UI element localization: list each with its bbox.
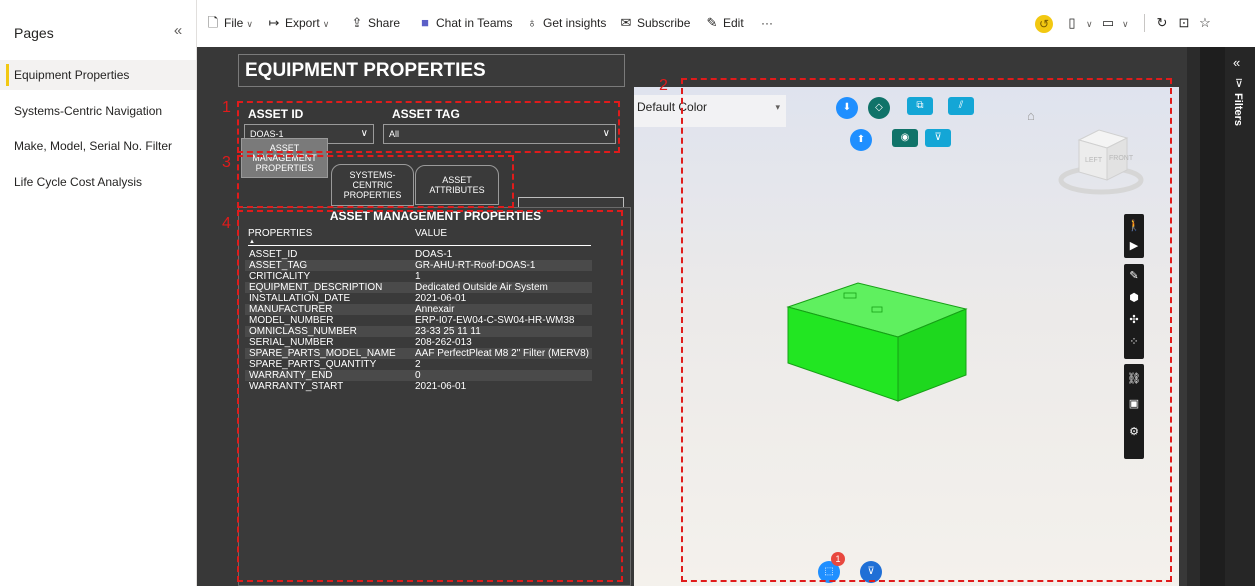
favorite-star-icon[interactable]: ☆ — [1198, 9, 1216, 37]
report-title-box: EQUIPMENT PROPERTIES — [238, 54, 625, 87]
subscribe-label: Subscribe — [637, 16, 691, 30]
canvas-scroll-strip — [1187, 47, 1200, 586]
double-chevron-left-icon[interactable]: « — [1233, 55, 1240, 70]
more-options-button[interactable]: ··· — [761, 9, 773, 37]
export-arrow-icon: ↦ — [268, 15, 280, 30]
export-menu[interactable]: ↦ Export ∨ — [267, 9, 330, 37]
chat-label: Chat in Teams — [436, 16, 513, 30]
file-menu[interactable]: 🗋 File ∨ — [206, 9, 253, 37]
bookmark-menu[interactable]: ▯ ∨ — [1065, 9, 1093, 37]
report-title: EQUIPMENT PROPERTIES — [245, 60, 486, 81]
filter-icon: ⊽ — [1235, 78, 1244, 90]
chevron-down-icon: ∨ — [322, 19, 330, 29]
page-item-make-model-serial[interactable]: Make, Model, Serial No. Filter — [0, 131, 196, 161]
teams-icon: ■ — [421, 15, 429, 30]
comment-icon[interactable]: ⊡ — [1177, 9, 1195, 37]
view-icon: ▭ — [1101, 15, 1115, 30]
chevron-down-icon: ∨ — [246, 19, 253, 29]
annotation-box-2 — [681, 78, 1172, 582]
chat-in-teams-button[interactable]: ■ Chat in Teams — [418, 9, 512, 37]
annotation-box-4 — [237, 210, 623, 582]
subscribe-button[interactable]: ✉ Subscribe — [619, 9, 691, 37]
document-icon: 🗋 — [207, 15, 219, 30]
pages-title: Pages — [14, 25, 54, 41]
chevron-down-icon: ∨ — [1122, 19, 1129, 29]
view-menu[interactable]: ▭ ∨ — [1101, 9, 1129, 37]
filters-label-wrap: Filters — [1229, 93, 1251, 153]
filters-label: Filters — [1232, 93, 1244, 127]
file-label: File — [224, 16, 244, 30]
reset-icon[interactable]: ↺ — [1035, 9, 1053, 37]
share-button[interactable]: ⇪ Share — [350, 9, 400, 37]
edit-button[interactable]: ✎ Edit — [705, 9, 744, 37]
toolbar-divider — [1144, 14, 1145, 32]
bookmark-icon: ▯ — [1068, 15, 1076, 30]
annotation-box-3 — [237, 155, 514, 208]
insights-label: Get insights — [543, 16, 607, 30]
report-toolbar: 🗋 File ∨ ↦ Export ∨ ⇪ Share ■ Chat in Teams ♁ G… — [197, 9, 1255, 37]
annotation-box-1 — [237, 101, 620, 153]
share-label: Share — [368, 16, 401, 30]
canvas-edge — [1200, 47, 1225, 586]
annotation-number-1: 1 — [222, 99, 231, 116]
pencil-icon: ✎ — [706, 15, 718, 30]
annotation-number-3: 3 — [222, 154, 231, 171]
page-item-systems-centric-navigation[interactable]: Systems-Centric Navigation — [0, 96, 196, 126]
page-item-equipment-properties[interactable]: Equipment Properties — [0, 60, 196, 90]
page-item-life-cycle-cost[interactable]: Life Cycle Cost Analysis — [0, 167, 196, 197]
share-icon: ⇪ — [351, 15, 363, 30]
get-insights-button[interactable]: ♁ Get insights — [525, 9, 606, 37]
filters-pane[interactable]: « ⊽ Filters — [1225, 47, 1255, 586]
annotation-number-2: 2 — [659, 77, 668, 94]
double-chevron-left-icon[interactable]: « — [168, 21, 188, 41]
edit-label: Edit — [723, 16, 744, 30]
export-label: Export — [285, 16, 320, 30]
annotation-number-4: 4 — [222, 215, 231, 232]
mail-icon: ✉ — [620, 15, 632, 30]
refresh-icon[interactable]: ↻ — [1155, 9, 1173, 37]
chevron-down-icon: ∨ — [1086, 19, 1093, 29]
lightbulb-icon: ♁ — [527, 15, 537, 30]
pages-pane: Pages « Equipment Properties Systems-Cen… — [0, 0, 197, 586]
